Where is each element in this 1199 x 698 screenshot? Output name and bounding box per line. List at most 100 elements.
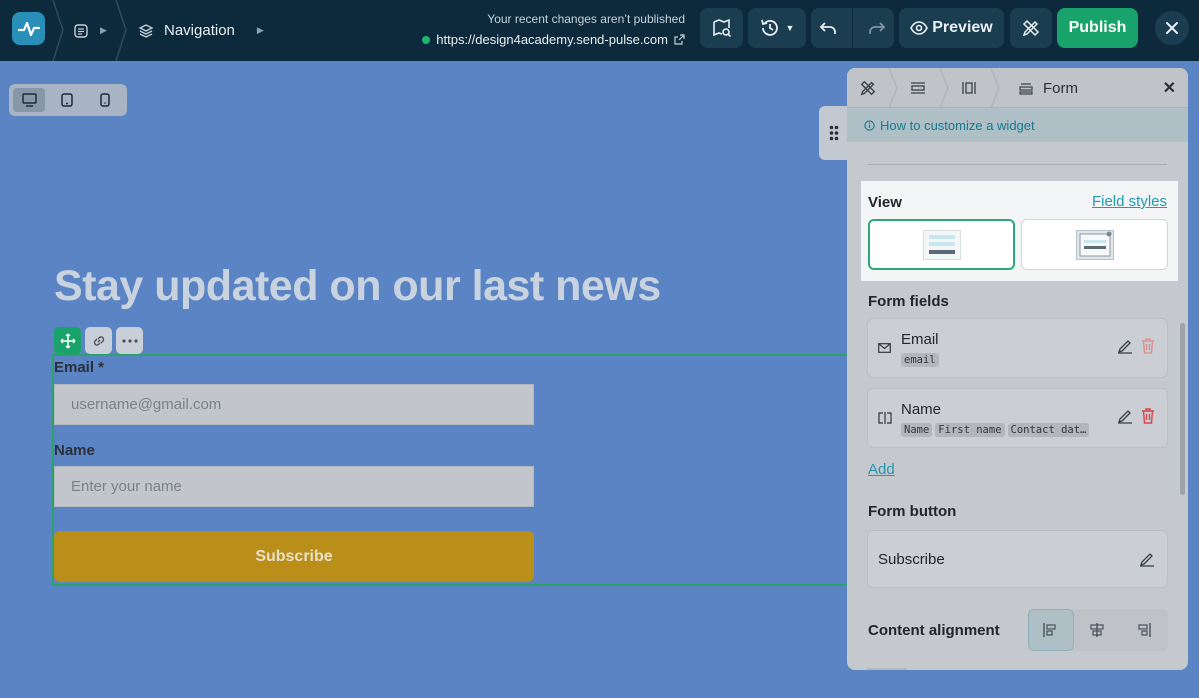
close-editor-button[interactable] [1155,11,1189,45]
panel-title: Form [1043,79,1078,97]
edit-icon[interactable] [1117,338,1133,354]
view-option-stacked[interactable] [868,219,1015,270]
edit-icon[interactable] [1139,551,1155,567]
pages-icon [74,23,88,38]
content-alignment-group [1028,609,1168,651]
page-search-button[interactable] [700,8,743,48]
design-tools-icon [1022,19,1040,37]
align-right-button[interactable] [1120,609,1166,651]
trash-icon[interactable] [1141,408,1155,424]
breadcrumb-separator [52,0,64,61]
section-icon [911,82,925,94]
help-link-label: How to customize a widget [880,117,1035,133]
stacked-layout-icon [922,229,961,260]
more-icon [121,338,138,343]
site-url-link[interactable]: https://design4academy.send-pulse.com [422,32,685,47]
align-center-button[interactable] [1074,609,1120,651]
form-field-card[interactable]: Name Name First name Contact dat… [867,388,1168,448]
design-tools-button[interactable] [1010,8,1052,48]
breadcrumb-separator [888,68,898,108]
help-link[interactable]: How to customize a widget [847,108,1188,142]
align-left-button[interactable] [1028,609,1074,651]
panel-breadcrumb: Form ✕ [847,68,1188,108]
caret-right-icon: ▶ [256,25,264,35]
device-switcher [9,84,127,116]
text-field-icon [878,412,892,424]
info-icon [864,119,875,131]
breadcrumb-separator [939,68,949,108]
undo-redo-group [811,8,894,48]
trash-icon[interactable] [1141,338,1155,354]
field-actions [1117,408,1155,424]
desktop-view-button[interactable] [13,88,45,112]
chevron-down-icon: ▼ [785,23,795,33]
field-name: Email [901,331,939,348]
email-input[interactable]: username@gmail.com [54,384,534,425]
panel-scrollbar[interactable] [1180,323,1185,495]
top-bar: ▶ Navigation ▶ Your recent changes aren’… [0,0,1199,61]
site-url: https://design4academy.send-pulse.com [436,32,668,47]
align-left-icon [1043,623,1056,637]
move-widget-button[interactable] [54,327,81,354]
view-option-popup[interactable] [1021,219,1168,270]
layers-icon [138,23,154,38]
preview-label: Preview [932,19,993,36]
widget-toolbar [54,327,143,354]
field-styles-link[interactable]: Field styles [1092,193,1167,210]
form-button-title: Form button [868,503,957,520]
tab-form[interactable]: Form [1019,68,1078,108]
close-icon [1166,22,1178,34]
breadcrumb-separator [990,68,1000,108]
field-tags: Name First name Contact dat… [901,423,1090,437]
tablet-view-button[interactable] [51,88,83,112]
tab-section[interactable] [910,68,926,108]
drag-handle-icon [829,125,839,141]
mobile-view-button[interactable] [89,88,121,112]
align-center-icon [1090,623,1104,637]
pulse-icon [17,21,40,36]
desktop-icon [21,93,37,107]
tab-column[interactable] [961,68,977,108]
subscribe-button[interactable]: Subscribe [54,531,534,582]
add-field-link[interactable]: Add [868,461,895,478]
field-tag: email [901,353,939,367]
popup-layout-icon [1075,229,1114,260]
form-button-card[interactable]: Subscribe [867,530,1168,588]
tablet-icon [61,93,73,107]
name-input[interactable]: Enter your name [54,466,534,507]
tab-design[interactable] [859,68,877,108]
field-name: Name [901,401,942,418]
breadcrumb-navigation[interactable]: Navigation ▶ [138,0,264,61]
close-panel-button[interactable]: ✕ [1163,78,1176,98]
link-icon [93,335,104,346]
link-widget-button[interactable] [85,327,112,354]
view-title: View [868,194,902,211]
page-headline[interactable]: Stay updated on our last news [54,262,661,311]
map-search-icon [712,18,731,38]
field-actions [1117,338,1155,354]
undo-icon[interactable] [819,20,837,36]
history-button[interactable]: ▼ [748,8,806,48]
caret-right-icon: ▶ [100,25,107,35]
preview-button[interactable]: Preview [899,8,1004,48]
breadcrumb-separator [115,0,127,61]
envelope-icon [878,343,891,353]
mobile-icon [100,93,110,107]
design-tools-icon [860,80,876,96]
publish-button[interactable]: Publish [1057,8,1138,48]
app-logo[interactable] [12,12,45,45]
content-alignment-title: Content alignment [868,622,1000,639]
breadcrumb-pages[interactable]: ▶ [74,0,107,61]
redo-icon[interactable] [868,20,886,36]
form-field-card[interactable]: Email email [867,318,1168,378]
field-tag: Contact dat… [1007,423,1090,437]
edit-icon[interactable] [1117,408,1133,424]
panel-drag-handle[interactable] [819,106,849,160]
history-icon [760,19,778,36]
email-label: Email * [54,359,105,376]
eye-icon [910,21,929,35]
form-button-label: Subscribe [878,551,945,568]
column-icon [962,82,976,94]
more-options-button[interactable] [116,327,143,354]
divider [851,8,853,48]
